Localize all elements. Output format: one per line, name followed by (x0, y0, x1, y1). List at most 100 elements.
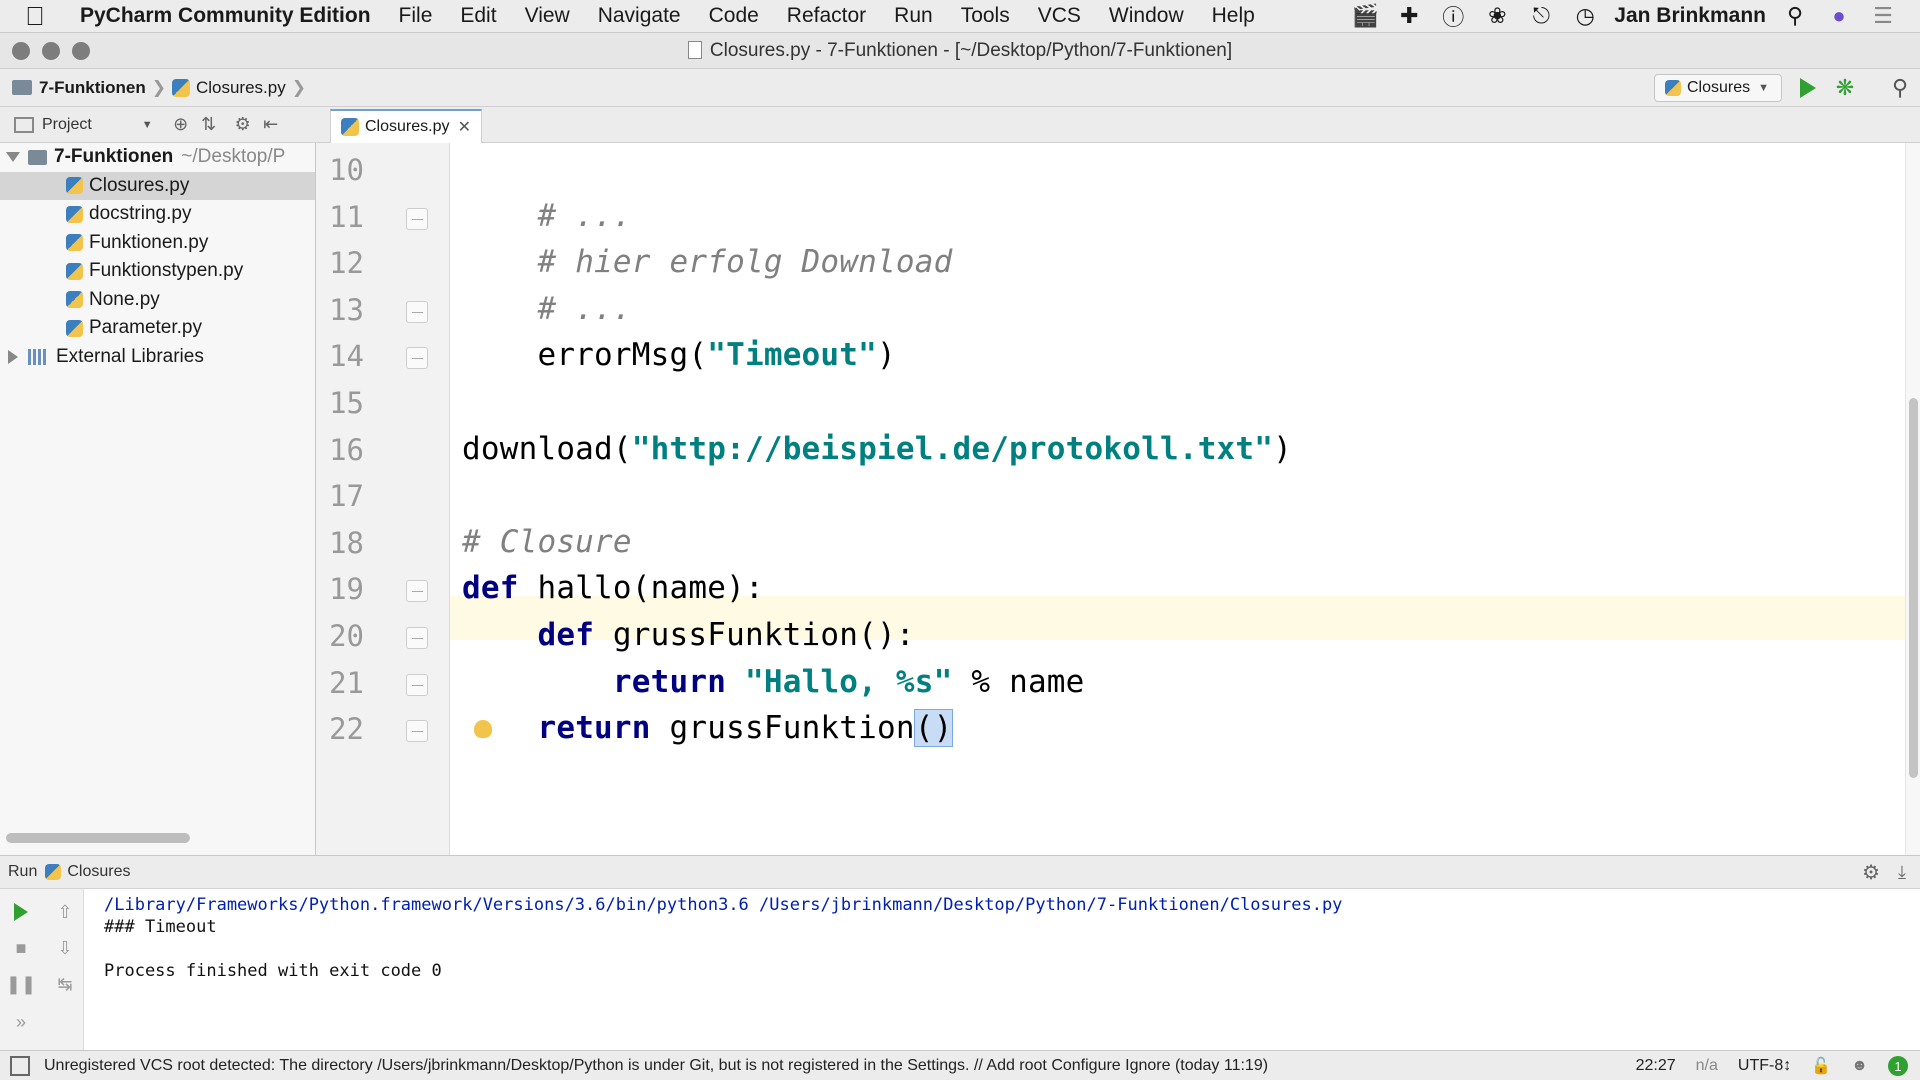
code-line[interactable]: def hallo(name): (462, 570, 764, 606)
search-icon[interactable]: ⚲ (1780, 3, 1810, 29)
expand-arrow-icon[interactable] (6, 152, 20, 163)
menu-window[interactable]: Window (1095, 4, 1198, 28)
project-view-label[interactable]: Project (42, 116, 92, 134)
menu-tools[interactable]: Tools (947, 4, 1024, 28)
gear-icon[interactable]: ⚙ (229, 111, 257, 139)
leaf-icon[interactable]: ❀ (1482, 3, 1512, 29)
user-name[interactable]: Jan Brinkmann (1614, 4, 1766, 28)
minimize-panel-icon[interactable]: ⤓ (1898, 862, 1906, 883)
code-line[interactable]: errorMsg("Timeout") (462, 337, 896, 373)
line-number[interactable]: 10 (316, 153, 364, 187)
intention-bulb-icon[interactable] (474, 720, 492, 739)
line-number[interactable]: 15 (316, 386, 364, 420)
toggle-tool-windows-icon[interactable] (10, 1055, 30, 1076)
inspector-icon[interactable]: ☻ (1851, 1057, 1868, 1075)
line-number[interactable]: 14 (316, 339, 364, 373)
caret-position[interactable]: 22:27 (1636, 1057, 1676, 1075)
console-line[interactable]: /Library/Frameworks/Python.framework/Ver… (104, 895, 1342, 915)
fold-marker-icon[interactable] (406, 347, 428, 370)
locate-icon[interactable]: ⊕ (167, 111, 195, 139)
run-button[interactable] (1793, 74, 1823, 102)
menu-navigate[interactable]: Navigate (584, 4, 695, 28)
fold-marker-icon[interactable] (406, 580, 428, 603)
tree-file-parameter[interactable]: Parameter.py (0, 314, 315, 343)
run-configuration-select[interactable]: Closures ▼ (1654, 74, 1782, 102)
run-panel-config[interactable]: Closures (67, 863, 130, 881)
breadcrumb-folder[interactable]: 7-Funktionen (0, 78, 146, 98)
fold-marker-icon[interactable] (406, 720, 428, 743)
chevron-down-icon[interactable]: ▼ (142, 119, 153, 131)
code-line[interactable]: download("http://beispiel.de/protokoll.t… (462, 431, 1292, 467)
hide-panel-icon[interactable]: ⇤ (257, 111, 285, 139)
tab-closures[interactable]: Closures.py ✕ (330, 109, 482, 143)
apple-menu-icon[interactable]:  (0, 0, 70, 33)
info-icon[interactable]: ⓘ (1438, 3, 1468, 30)
line-number[interactable]: 22 (316, 712, 364, 746)
code-line[interactable]: # hier erfolg Download (462, 244, 952, 280)
code-line[interactable]: return "Hallo, %s" % name (462, 664, 1085, 700)
line-number[interactable]: 13 (316, 293, 364, 327)
run-panel-label[interactable]: Run (8, 863, 37, 881)
debug-button[interactable]: ❋ (1830, 74, 1860, 102)
file-encoding[interactable]: UTF-8↕ (1738, 1057, 1791, 1075)
lock-icon[interactable]: 🔓 (1811, 1056, 1831, 1076)
run-console-output[interactable]: /Library/Frameworks/Python.framework/Ver… (84, 889, 1920, 1050)
tree-file-none[interactable]: None.py (0, 286, 315, 315)
clapper-icon[interactable]: 🎬 (1350, 3, 1380, 29)
menu-edit[interactable]: Edit (446, 4, 510, 28)
gear-icon[interactable]: ⚙ (1862, 860, 1880, 885)
scroll-down-button[interactable]: ⇩ (52, 935, 78, 961)
siri-icon[interactable]: ● (1824, 3, 1854, 29)
line-number[interactable]: 21 (316, 666, 364, 700)
tree-file-funktionen[interactable]: Funktionen.py (0, 229, 315, 258)
menu-view[interactable]: View (511, 4, 584, 28)
app-name-menu[interactable]: PyCharm Community Edition (70, 4, 385, 28)
horizontal-scrollbar[interactable] (6, 833, 190, 843)
collapse-all-icon[interactable]: ⇅ (195, 111, 223, 139)
event-log-badge[interactable]: 1 (1888, 1056, 1908, 1076)
code-editor[interactable]: # ... # hier erfolg Download # ... error… (450, 143, 1905, 855)
clock-icon[interactable]: ◷ (1570, 3, 1600, 29)
stop-button[interactable]: ■ (8, 935, 34, 961)
plus-icon[interactable]: ✚ (1394, 3, 1424, 29)
menu-refactor[interactable]: Refactor (773, 4, 880, 28)
line-number[interactable]: 18 (316, 526, 364, 560)
close-tab-icon[interactable]: ✕ (458, 117, 471, 137)
fold-marker-icon[interactable] (406, 207, 428, 230)
search-everywhere-button[interactable]: ⚲ (1885, 74, 1915, 102)
line-number[interactable]: 20 (316, 619, 364, 653)
menu-help[interactable]: Help (1198, 4, 1269, 28)
code-line[interactable]: # Closure (462, 524, 632, 560)
menu-code[interactable]: Code (695, 4, 773, 28)
menu-file[interactable]: File (385, 4, 447, 28)
fold-marker-icon[interactable] (406, 300, 428, 323)
menu-run[interactable]: Run (880, 4, 947, 28)
code-line[interactable]: def grussFunktion(): (462, 617, 915, 653)
code-line[interactable]: return grussFunktion() (462, 709, 954, 748)
code-line[interactable]: # ... (462, 198, 632, 234)
breadcrumb-file[interactable]: Closures.py (171, 78, 286, 98)
line-number[interactable]: 11 (316, 200, 364, 234)
more-actions-button[interactable]: » (8, 1009, 34, 1035)
tree-root-folder[interactable]: 7-Funktionen ~/Desktop/P (0, 143, 315, 172)
list-icon[interactable]: ☰ (1868, 3, 1898, 29)
scroll-up-button[interactable]: ⇧ (52, 899, 78, 925)
line-number[interactable]: 16 (316, 433, 364, 467)
line-separator[interactable]: n/a (1696, 1057, 1718, 1075)
menu-vcs[interactable]: VCS (1024, 4, 1095, 28)
status-message[interactable]: Unregistered VCS root detected: The dire… (44, 1057, 1268, 1075)
line-number[interactable]: 19 (316, 572, 364, 606)
tree-file-docstring[interactable]: docstring.py (0, 200, 315, 229)
fold-marker-icon[interactable] (406, 673, 428, 696)
tree-file-funktionstypen[interactable]: Funktionstypen.py (0, 257, 315, 286)
pause-button[interactable]: ❚❚ (6, 971, 36, 997)
tree-external-libraries[interactable]: External Libraries (0, 343, 315, 372)
headphones-icon[interactable]: ⎋ (1526, 3, 1556, 29)
code-line[interactable]: # ... (462, 291, 632, 327)
expand-arrow-icon[interactable] (8, 349, 18, 364)
vertical-scrollbar[interactable] (1905, 143, 1920, 855)
rerun-button[interactable] (8, 899, 34, 925)
line-number[interactable]: 12 (316, 246, 364, 280)
tree-file-closures[interactable]: Closures.py (0, 171, 315, 200)
soft-wrap-button[interactable]: ↹ (52, 971, 78, 997)
